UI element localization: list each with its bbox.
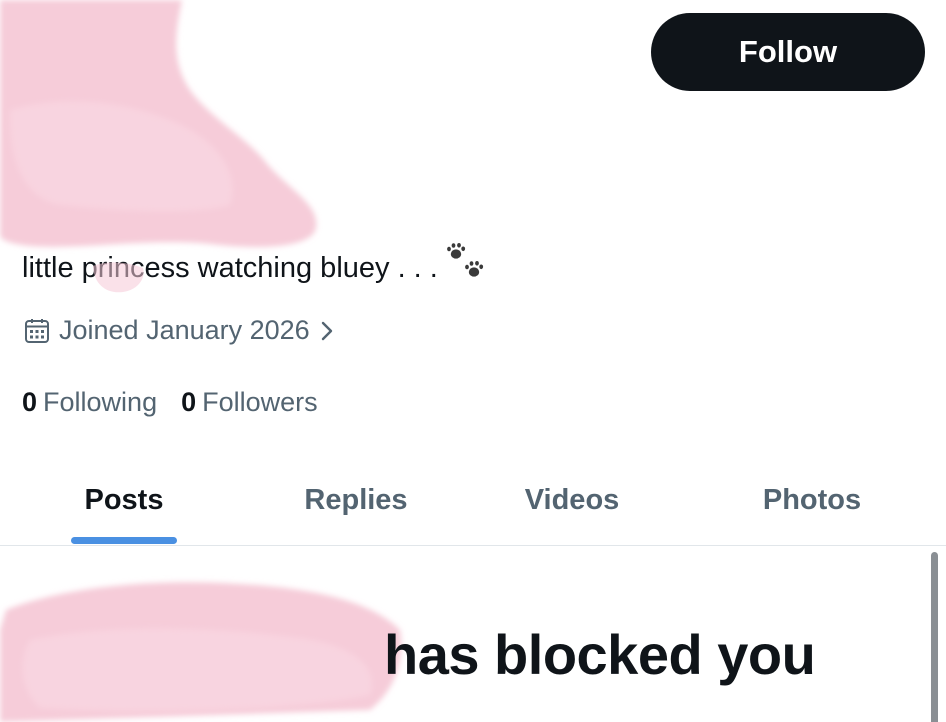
tab-replies[interactable]: Replies — [276, 455, 436, 545]
redaction-scribble-name — [0, 0, 317, 247]
scrollbar[interactable] — [931, 552, 938, 722]
profile-bio: little princess watching bluey . . . — [22, 242, 490, 285]
active-tab-indicator — [71, 537, 177, 544]
tab-posts[interactable]: Posts — [44, 455, 204, 545]
tab-photos[interactable]: Photos — [732, 455, 892, 545]
following-count: 0 — [22, 387, 38, 417]
joined-date-row[interactable]: Joined January 2026 — [22, 315, 336, 346]
followers-count: 0 — [181, 387, 197, 417]
bio-text: little princess watching bluey . . . — [22, 252, 438, 284]
calendar-icon — [25, 318, 49, 343]
follow-counts: 0 Following 0 Followers — [22, 387, 318, 418]
joined-text: Joined January 2026 — [59, 315, 310, 345]
followers-link[interactable]: 0 Followers — [181, 387, 318, 418]
follow-button[interactable]: Follow — [651, 13, 925, 91]
following-link[interactable]: 0 Following — [22, 387, 157, 418]
profile-tabs: Posts Replies Videos Photos — [0, 455, 946, 546]
redaction-scribble-username — [0, 582, 402, 722]
tab-videos[interactable]: Videos — [492, 455, 652, 545]
profile-page: Follow little princess watching bluey . … — [0, 0, 946, 722]
paw-prints-icon — [446, 242, 483, 277]
chevron-right-icon — [321, 321, 332, 340]
blocked-message: has blocked you — [384, 623, 816, 686]
following-label: Following — [43, 387, 158, 417]
followers-label: Followers — [202, 387, 318, 417]
